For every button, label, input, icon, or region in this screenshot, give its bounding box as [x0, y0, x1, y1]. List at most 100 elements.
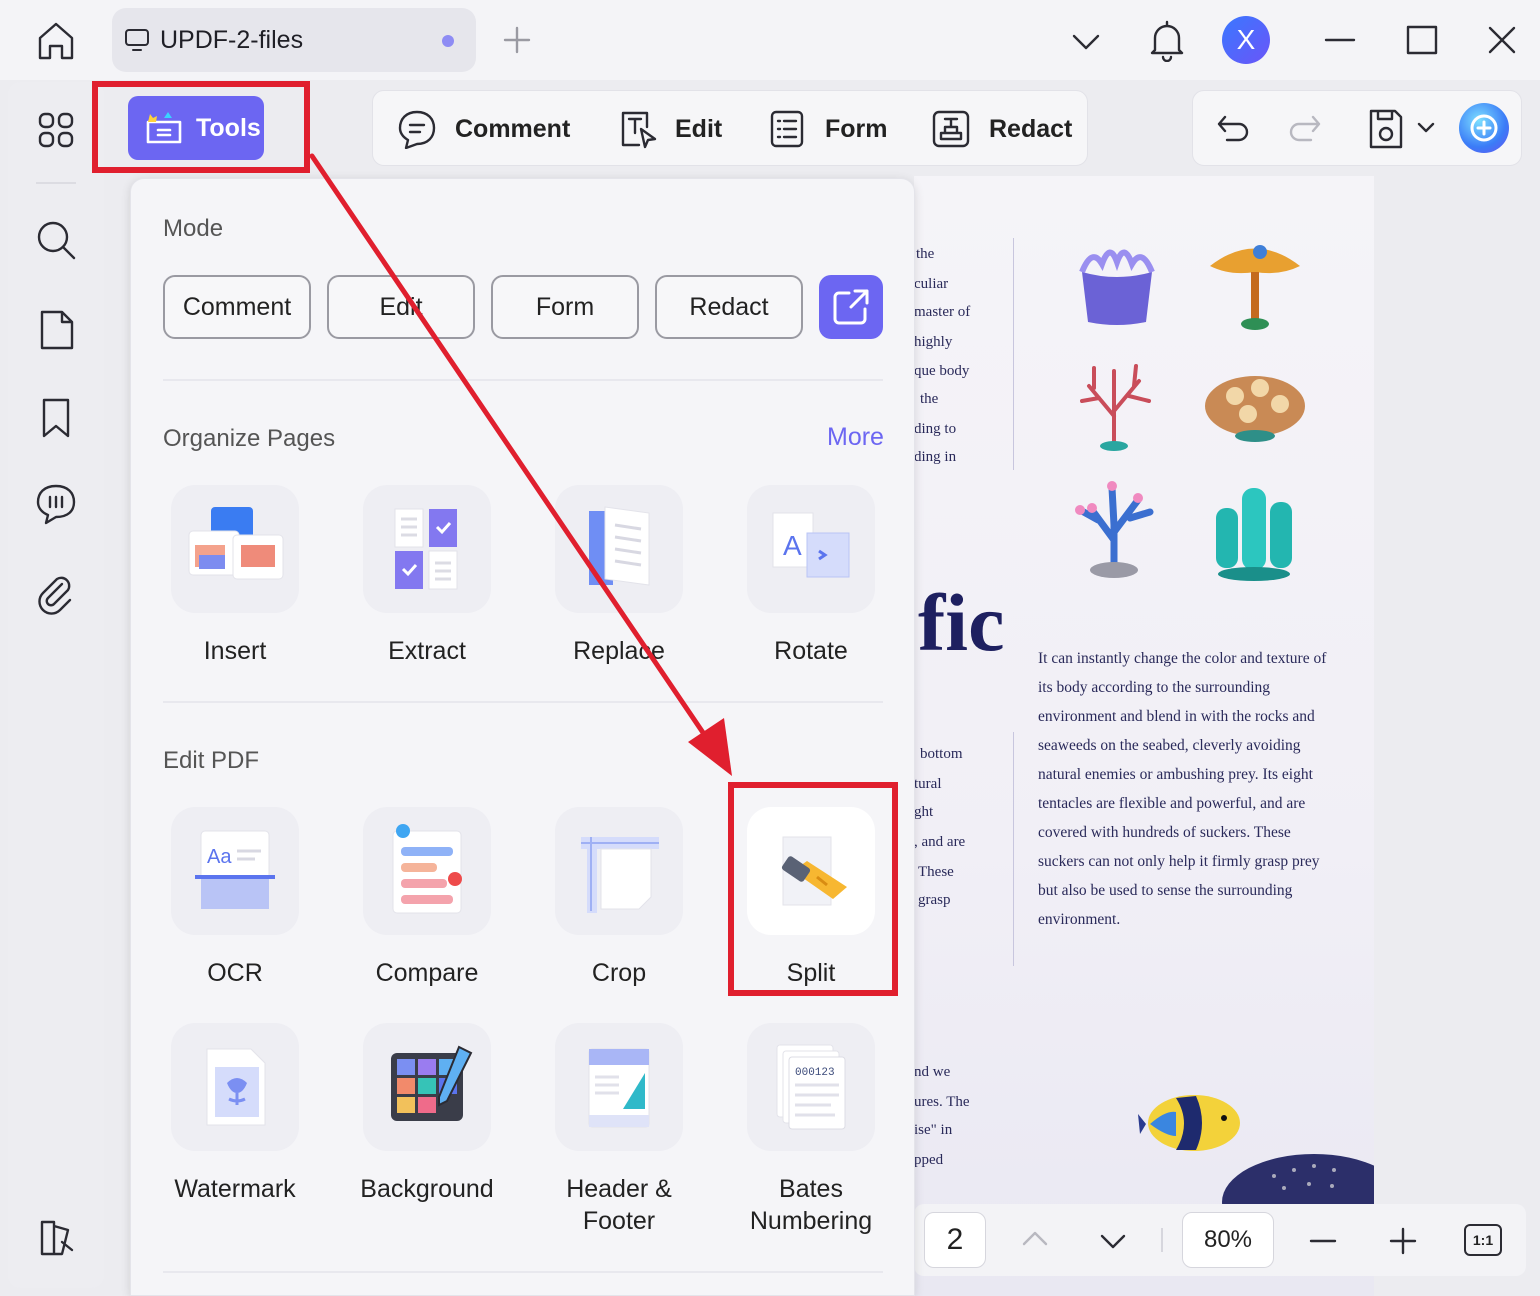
edit-text-icon: [621, 111, 657, 149]
ai-assistant-icon[interactable]: [32, 1214, 80, 1262]
search-icon[interactable]: [32, 216, 80, 264]
comments-icon[interactable]: [32, 480, 80, 528]
right-toolbar: [1192, 90, 1522, 166]
tools-panel: Mode Comment Edit Form Redact Organize P…: [130, 178, 915, 1296]
insert-tool[interactable]: Insert: [151, 485, 311, 705]
mode-redact-label: Redact: [989, 114, 1073, 143]
thumbnails-icon[interactable]: [32, 106, 80, 154]
crop-tool[interactable]: Crop: [535, 807, 695, 1027]
left-sidebar: [8, 82, 104, 1288]
header-footer-label: Header & Footer: [566, 1175, 672, 1235]
watermark-tool[interactable]: Watermark: [151, 1023, 311, 1243]
extract-tool[interactable]: Extract: [343, 485, 503, 705]
monitor-icon: [124, 28, 150, 52]
pdf-text-fragment: the: [920, 391, 939, 407]
replace-icon: [555, 485, 683, 613]
unsaved-dot: [442, 35, 454, 47]
pdf-text-fragment: ures. The: [914, 1094, 970, 1110]
mode-form-button[interactable]: Form: [767, 107, 888, 151]
save-options-chevron-icon[interactable]: [1415, 117, 1437, 139]
zoom-in-icon[interactable]: [1386, 1224, 1420, 1258]
maximize-icon[interactable]: [1402, 22, 1442, 58]
pdf-text-fragment: ght: [914, 804, 934, 820]
pdf-text-fragment: grasp: [918, 892, 951, 908]
bates-numbering-label: Bates Numbering: [749, 1175, 873, 1235]
ocr-label: OCR: [207, 959, 263, 987]
panel-edit-button[interactable]: Edit: [327, 275, 475, 339]
panel-form-button[interactable]: Form: [491, 275, 639, 339]
compare-icon: [363, 807, 491, 935]
coral-red-fan-image: [1064, 356, 1164, 456]
title-bar: UPDF-2-files X: [0, 0, 1540, 80]
header-footer-tool[interactable]: Header & Footer: [535, 1023, 695, 1243]
close-icon[interactable]: [1484, 22, 1520, 58]
bookmark-icon[interactable]: [32, 394, 80, 442]
replace-label: Replace: [573, 637, 665, 665]
mode-comment-label: Comment: [455, 114, 571, 143]
bates-numbering-tool[interactable]: 000123 Bates Numbering: [727, 1023, 887, 1243]
header-footer-icon: [555, 1023, 683, 1151]
page-icon[interactable]: [32, 306, 80, 354]
rail-divider: [36, 182, 76, 184]
add-tab-icon[interactable]: [500, 22, 534, 58]
replace-tool[interactable]: Replace: [535, 485, 695, 705]
mode-edit-button[interactable]: Edit: [617, 107, 722, 151]
mode-form-label: Form: [825, 114, 888, 143]
background-icon: [363, 1023, 491, 1151]
pdf-text-fragment: nd we: [914, 1064, 951, 1080]
page-navigation-bar: 2 80% 1:1: [914, 1204, 1526, 1276]
zoom-out-icon[interactable]: [1306, 1224, 1340, 1258]
bell-icon[interactable]: [1146, 18, 1188, 62]
crop-icon: [555, 807, 683, 935]
pdf-text-fragment: que body: [914, 363, 970, 379]
crop-label: Crop: [591, 959, 647, 987]
column-rule: [1013, 732, 1014, 966]
minimize-icon[interactable]: [1320, 22, 1360, 58]
zoom-level-field[interactable]: 80%: [1182, 1212, 1274, 1268]
save-icon[interactable]: [1365, 107, 1405, 151]
attachment-icon[interactable]: [32, 570, 80, 618]
section-divider: [163, 701, 883, 703]
section-divider: [163, 379, 883, 381]
mode-redact-button[interactable]: Redact: [931, 107, 1072, 151]
rotate-label: Rotate: [774, 637, 848, 665]
chevron-down-icon[interactable]: [1068, 24, 1104, 58]
pdf-text-fragment: ding to: [914, 421, 957, 437]
bar-divider: [1161, 1228, 1163, 1252]
pdf-text-fragment: pped: [914, 1152, 944, 1168]
bates-numbering-icon: 000123: [747, 1023, 875, 1151]
compare-tool[interactable]: Compare: [343, 807, 503, 1027]
undo-icon[interactable]: [1213, 111, 1253, 147]
insert-icon: [171, 485, 299, 613]
mode-comment-button[interactable]: Comment: [397, 107, 570, 151]
home-icon[interactable]: [30, 16, 82, 64]
tools-highlight-box: [92, 81, 310, 173]
extract-icon: [363, 485, 491, 613]
watermark-icon: [171, 1023, 299, 1151]
panel-comment-button[interactable]: Comment: [163, 275, 311, 339]
coral-pink-blue-image: [1064, 470, 1164, 582]
ai-chat-icon[interactable]: [1459, 103, 1509, 153]
pdf-page[interactable]: the culiar master of highly que body the…: [914, 176, 1374, 1296]
pdf-heading-fragment: fic: [918, 577, 1005, 668]
chevron-up-icon[interactable]: [1018, 1224, 1052, 1254]
actual-size-button[interactable]: 1:1: [1464, 1224, 1502, 1256]
open-external-icon[interactable]: [819, 275, 883, 339]
ocr-icon: Aa: [171, 807, 299, 935]
rotate-tool[interactable]: A Rotate: [727, 485, 887, 705]
pdf-text-fragment: , and are: [914, 834, 966, 850]
page-number-input[interactable]: 2: [924, 1212, 986, 1268]
redo-icon[interactable]: [1285, 111, 1325, 147]
document-tab[interactable]: UPDF-2-files: [112, 8, 476, 72]
mode-toolbar: Comment Edit Form Redact: [372, 90, 1088, 166]
chevron-down-icon[interactable]: [1096, 1226, 1130, 1256]
avatar[interactable]: X: [1222, 16, 1270, 64]
tab-title: UPDF-2-files: [160, 26, 304, 54]
section-divider: [163, 1271, 883, 1273]
coral-anemone-image: [1062, 242, 1172, 332]
background-tool[interactable]: Background: [343, 1023, 503, 1243]
pdf-text-fragment: culiar: [914, 276, 949, 292]
ocr-tool[interactable]: Aa OCR: [151, 807, 311, 1027]
more-link[interactable]: More: [827, 423, 884, 452]
panel-redact-button[interactable]: Redact: [655, 275, 803, 339]
